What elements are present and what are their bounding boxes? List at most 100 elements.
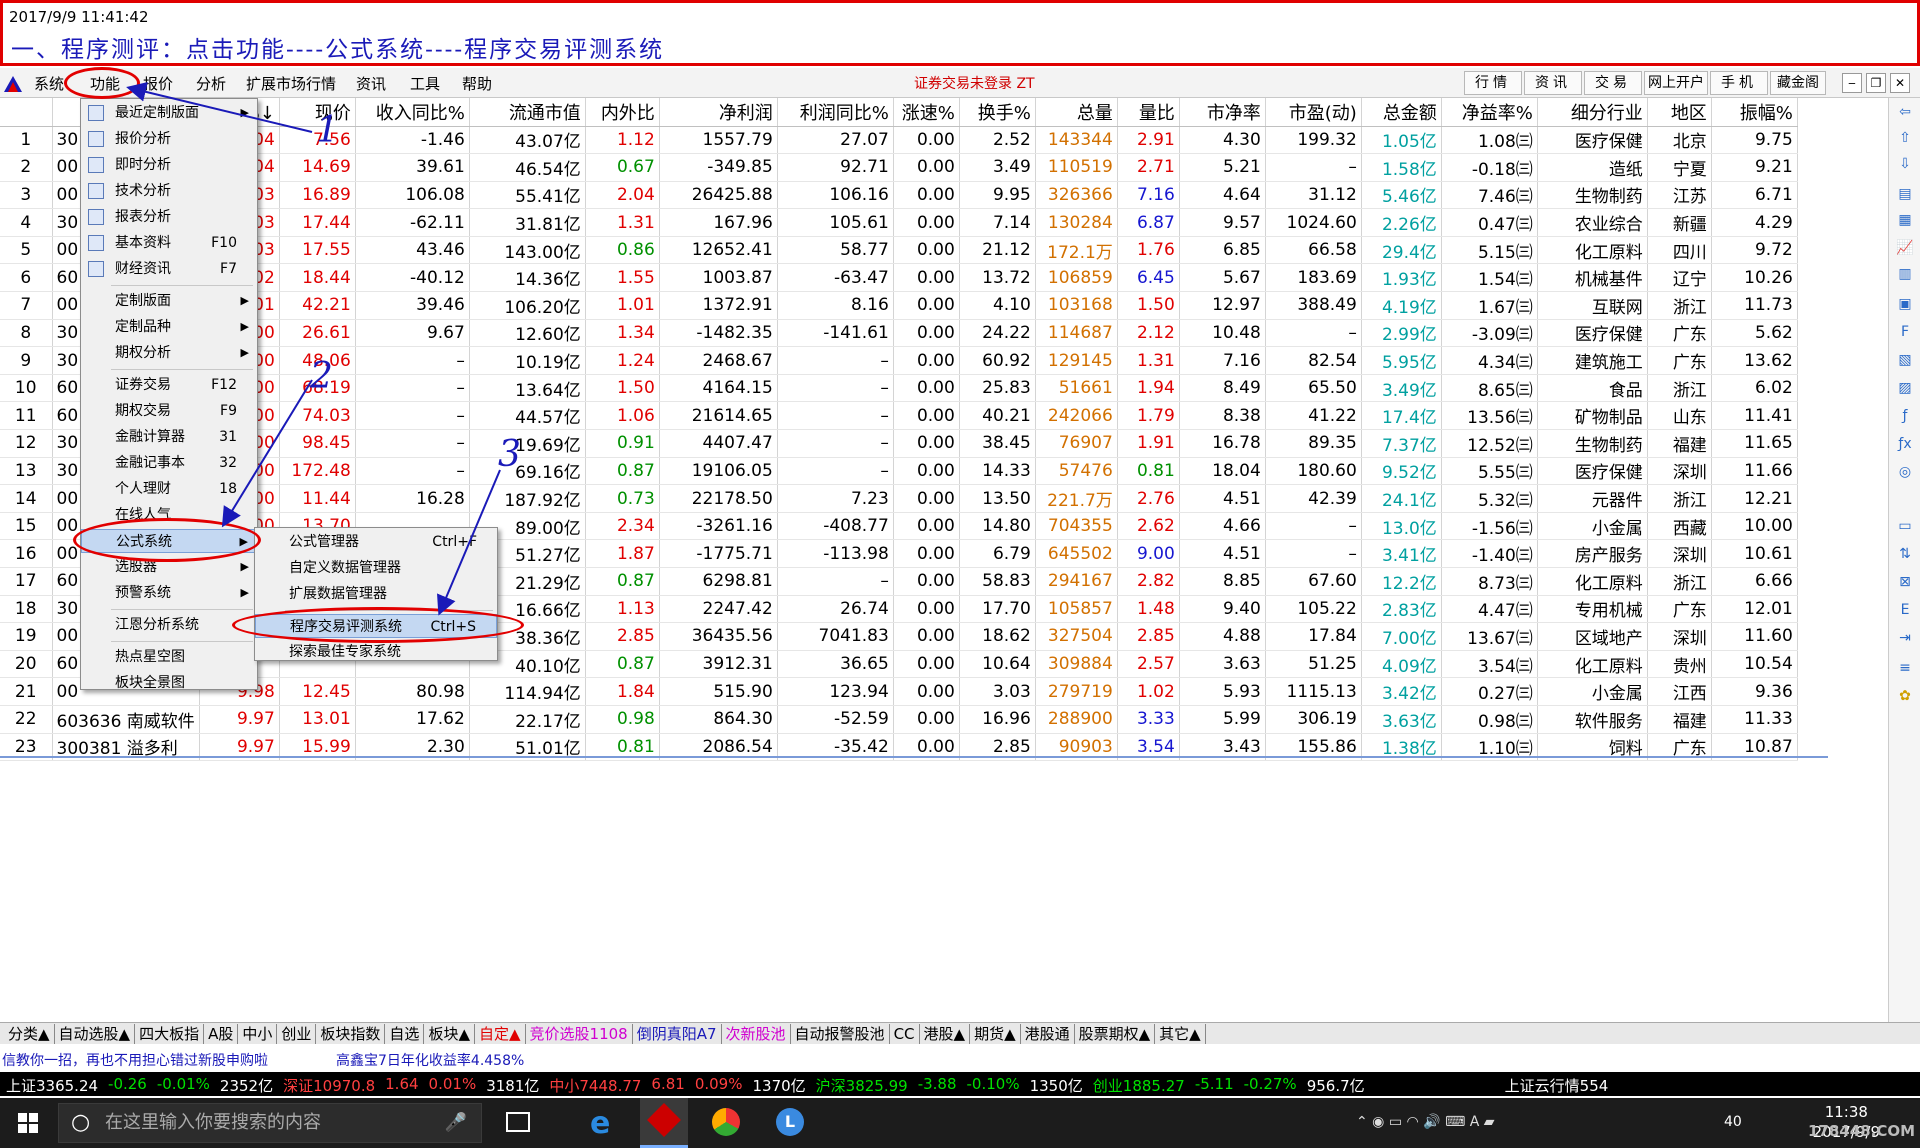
col-header[interactable]: 换手% <box>959 98 1036 127</box>
formula-submenu-item[interactable]: 扩展数据管理器 <box>255 582 497 606</box>
table-row[interactable]: 3000.0316.89106.0855.41亿2.0426425.88106.… <box>0 181 1798 210</box>
formula-submenu-item[interactable]: 探索最佳专家系统 <box>255 640 497 664</box>
function-menu-item[interactable]: 财经资讯 F7 <box>81 257 257 281</box>
category-tab[interactable]: A股 <box>204 1024 239 1044</box>
category-tab[interactable]: 四大板指 <box>135 1024 205 1044</box>
table-row[interactable]: 1300.047.56-1.4643.07亿1.121557.7927.070.… <box>0 126 1798 155</box>
category-tab[interactable]: 港股通 <box>1021 1024 1075 1044</box>
menu-news[interactable]: 资讯 <box>356 73 386 94</box>
menu-tools[interactable]: 工具 <box>410 73 440 94</box>
col-header[interactable]: 涨速% <box>893 98 960 127</box>
col-header[interactable] <box>0 98 53 127</box>
category-tab[interactable]: 自选 <box>385 1024 425 1044</box>
menu-quote[interactable]: 报价 <box>143 73 173 94</box>
kline-icon[interactable]: ▥ <box>1895 264 1915 284</box>
col-header[interactable]: 收入同比% <box>355 98 470 127</box>
category-tab[interactable]: 分类▲ <box>4 1024 55 1044</box>
stock-app-taskbar-icon[interactable] <box>640 1098 688 1148</box>
task-view-icon[interactable] <box>506 1112 530 1132</box>
col-header[interactable]: 细分行业 <box>1537 98 1648 127</box>
function-menu-item[interactable]: 期权分析 ▶ <box>81 341 257 365</box>
function-menu-item[interactable]: 证券交易 F12 <box>81 373 257 397</box>
col-header[interactable]: 净利润 <box>659 98 778 127</box>
category-tab[interactable]: CC <box>890 1024 920 1044</box>
table-row[interactable]: 21 00 9.98 12.45 80.98 114.94亿 1.84 515.90 123.9… <box>0 677 1798 706</box>
table-row[interactable]: 13300.00172.48–69.16亿0.8719106.05–0.0014… <box>0 457 1798 486</box>
report-icon[interactable]: ▣ <box>1895 294 1915 314</box>
function-menu-item[interactable]: 技术分析 <box>81 179 257 203</box>
table-row[interactable]: 22 603636 南威软件 9.97 13.01 17.62 22.17亿 0.98 864… <box>0 705 1798 734</box>
function-menu-item[interactable]: 板块全景图 <box>81 671 257 695</box>
folder-icon[interactable]: ▭ <box>1895 516 1915 536</box>
table-row[interactable]: 5000.0317.5543.46143.00亿0.8612652.4158.7… <box>0 236 1798 265</box>
table-row[interactable]: 4300.0317.44-62.1131.81亿1.31167.96105.61… <box>0 208 1798 237</box>
col-header[interactable]: 总量 <box>1035 98 1118 127</box>
function-menu-item[interactable]: 金融记事本 32 <box>81 451 257 475</box>
col-header[interactable]: 市净率 <box>1179 98 1266 127</box>
table-row[interactable]: 8300.0026.619.6712.60亿1.34-1482.35-141.6… <box>0 319 1798 348</box>
formula-icon[interactable]: ƒ <box>1895 406 1915 426</box>
ticker-left[interactable]: 信教你一招，再也不用担心错过新股申购啦 <box>2 1050 268 1070</box>
category-tab[interactable]: 竞价选股1108 <box>526 1024 633 1044</box>
function-menu-item[interactable]: 报表分析 <box>81 205 257 229</box>
function-menu-item[interactable]: 预警系统 ▶ <box>81 581 257 605</box>
news-icon[interactable]: ▧ <box>1895 350 1915 370</box>
category-tab[interactable]: 自动报警股池 <box>791 1024 890 1044</box>
microphone-icon[interactable]: 🎤 <box>445 1104 467 1142</box>
category-tab[interactable]: 其它▲ <box>1155 1024 1206 1044</box>
col-header[interactable]: 地区 <box>1647 98 1712 127</box>
btn-trade[interactable]: 交易 <box>1584 71 1642 95</box>
exit-icon[interactable]: ⇥ <box>1895 628 1915 648</box>
table-row[interactable]: 7000.0142.2139.46106.20亿1.011372.918.160… <box>0 291 1798 320</box>
ticker-right[interactable]: 高鑫宝7日年化收益率4.458% <box>336 1050 524 1070</box>
formula-submenu-item[interactable]: 公式管理器 Ctrl+F <box>255 530 497 554</box>
menu-ext-market[interactable]: 扩展市场行情 <box>246 73 336 94</box>
app-logo-icon[interactable] <box>4 74 22 92</box>
arrow-left-icon[interactable]: ⇦ <box>1895 102 1915 122</box>
btn-open-account[interactable]: 网上开户 <box>1644 71 1708 95</box>
restore-icon[interactable]: ❐ <box>1866 73 1886 93</box>
category-tab[interactable]: 板块指数 <box>316 1024 386 1044</box>
col-header[interactable]: 内外比 <box>585 98 660 127</box>
category-tab[interactable]: 自动选股▲ <box>55 1024 136 1044</box>
category-tab[interactable]: 倒阴真阳A7 <box>633 1024 722 1044</box>
category-tab[interactable]: 港股▲ <box>920 1024 971 1044</box>
table-row[interactable]: 12300.0098.45–19.69亿0.914407.47–0.0038.4… <box>0 429 1798 458</box>
arrow-up-icon[interactable]: ⇧ <box>1895 128 1915 148</box>
gear-icon[interactable]: ✿ <box>1895 686 1915 706</box>
btn-cangjinge[interactable]: 藏金阁 <box>1770 71 1826 95</box>
function-menu-item[interactable]: 基本资料 F10 <box>81 231 257 255</box>
btn-mobile[interactable]: 手机 <box>1710 71 1768 95</box>
close-icon[interactable]: ✕ <box>1890 73 1910 93</box>
table-row[interactable]: 9300.0048.06–10.19亿1.242468.67–0.0060.92… <box>0 346 1798 375</box>
category-tab[interactable]: 次新股池 <box>722 1024 791 1044</box>
btn-info[interactable]: 资讯 <box>1524 71 1582 95</box>
notes-icon[interactable]: ▨ <box>1895 378 1915 398</box>
function-menu-item[interactable]: 个人理财 18 <box>81 477 257 501</box>
table-icon[interactable]: ▦ <box>1895 210 1915 230</box>
category-tab[interactable]: 自定▲ <box>475 1024 526 1044</box>
table-row[interactable]: 11600.0074.03–44.57亿1.0621614.65–0.0040.… <box>0 401 1798 431</box>
sort-icon[interactable]: ⇅ <box>1895 544 1915 564</box>
col-header[interactable]: 流通市值 <box>469 98 586 127</box>
line-chart-icon[interactable]: 📈 <box>1895 238 1915 258</box>
category-tab[interactable]: 期货▲ <box>970 1024 1021 1044</box>
taskbar-search-input[interactable]: ○ 在这里输入你要搜索的内容 🎤 <box>58 1103 482 1143</box>
tray-icons[interactable]: ⌃ ◉ ▭ ◠ 🔊 ⌨ A ▰ <box>1356 1114 1495 1130</box>
pattern-icon[interactable]: ⊠ <box>1895 572 1915 592</box>
col-header[interactable]: 总金额 <box>1361 98 1442 127</box>
function-menu-item[interactable]: 江恩分析系统 <box>81 613 257 637</box>
col-header[interactable]: 振幅% <box>1711 98 1798 127</box>
function-menu-item[interactable]: 定制版面 ▶ <box>81 289 257 313</box>
windows-start-icon[interactable] <box>18 1113 38 1133</box>
stack-icon[interactable]: ≡ <box>1895 658 1915 678</box>
search-icon[interactable]: ◎ <box>1895 462 1915 482</box>
function-menu-item[interactable]: 最近定制版面 ▶ <box>81 101 257 125</box>
formula-submenu-item[interactable]: 自定义数据管理器 <box>255 556 497 580</box>
f10-icon[interactable]: F <box>1895 322 1915 342</box>
col-header[interactable]: 利润同比% <box>777 98 894 127</box>
menu-help[interactable]: 帮助 <box>462 73 492 94</box>
table-row[interactable]: 10600.0068.19–13.64亿1.504164.15–0.0025.8… <box>0 374 1798 403</box>
col-header[interactable]: 量比 <box>1117 98 1180 127</box>
function-menu-item[interactable]: 定制品种 ▶ <box>81 315 257 339</box>
